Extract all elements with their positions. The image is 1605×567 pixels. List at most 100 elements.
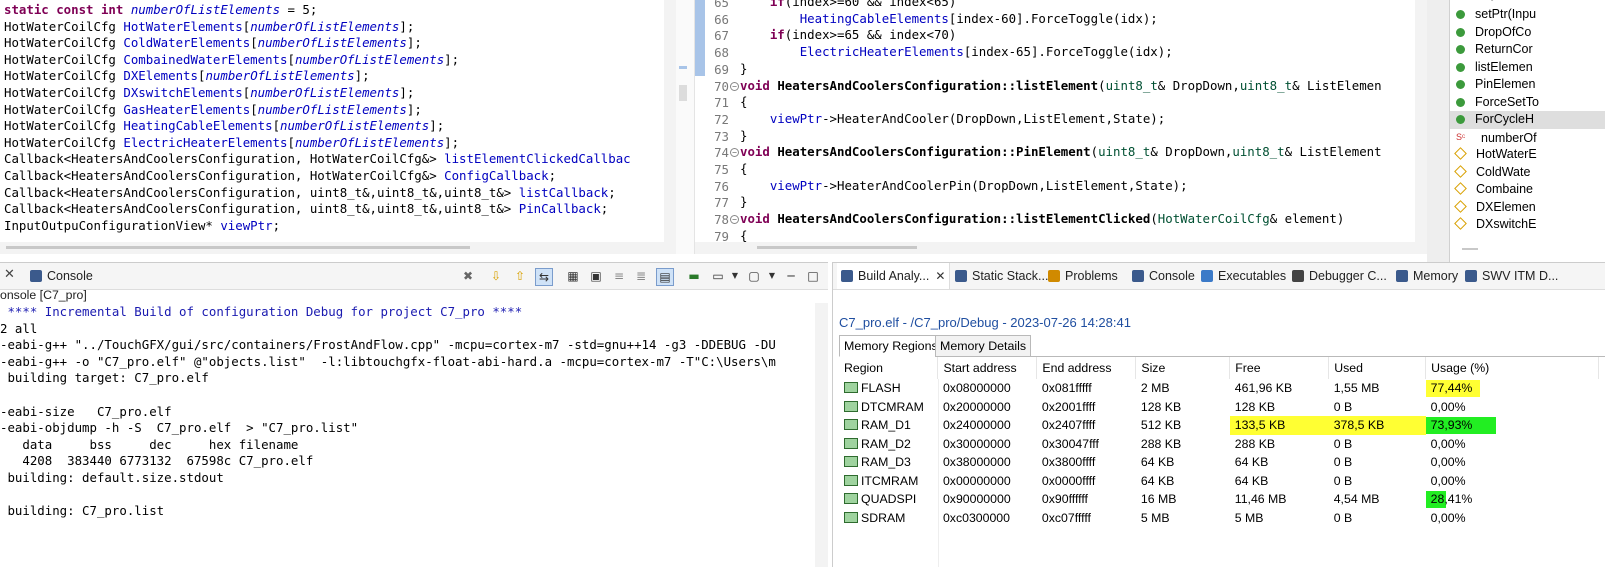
code-line[interactable]: { bbox=[740, 161, 747, 178]
code-line[interactable]: viewPtr->HeaterAndCooler(DropDown,ListEl… bbox=[740, 111, 1165, 128]
console-output[interactable]: **** Incremental Build of configuration … bbox=[0, 304, 815, 534]
code-line[interactable]: Callback<HeatersAndCoolersConfiguration,… bbox=[4, 201, 608, 218]
header-editor-vscroll[interactable] bbox=[664, 0, 676, 242]
code-line[interactable]: } bbox=[740, 128, 747, 145]
code-line[interactable]: { bbox=[740, 228, 747, 242]
outline-view[interactable]: • setPtr(Inpu DropOfCo ReturnCor listElemen… bbox=[1449, 0, 1605, 262]
table-row[interactable]: FLASH 0x08000000 0x081fffff 2 MB 461,96 KB 1,… bbox=[839, 379, 1599, 398]
outline-item[interactable]: ForceSetTo bbox=[1456, 94, 1539, 112]
fold-toggle-icon[interactable]: − bbox=[730, 215, 739, 225]
close-icon[interactable]: ✕ bbox=[935, 269, 945, 283]
code-line[interactable]: if(index>=65 && index<70) bbox=[740, 27, 957, 44]
outline-item[interactable]: Sᶜ numberOf bbox=[1456, 129, 1537, 147]
minimize-icon[interactable]: ─ bbox=[783, 268, 799, 284]
tab-memory-details[interactable]: Memory Details bbox=[935, 335, 1032, 357]
column-header[interactable]: Free bbox=[1229, 357, 1330, 379]
outline-list[interactable]: setPtr(Inpu DropOfCo ReturnCor listElemen Pi… bbox=[1450, 6, 1605, 242]
build-analyzer-panel[interactable]: Build Analy... ✕ Static Stack... Problems Co… bbox=[832, 262, 1605, 567]
console-vscroll[interactable] bbox=[815, 303, 828, 567]
header-code[interactable]: static const int numberOfListElements = … bbox=[4, 2, 660, 236]
table-row[interactable]: RAM_D1 0x24000000 0x2407ffff 512 KB 133,5 KB… bbox=[839, 416, 1599, 435]
display-selected-console-icon[interactable]: ▤ bbox=[656, 268, 674, 286]
tab-static-stack[interactable]: Static Stack... bbox=[955, 263, 1048, 289]
column-header[interactable]: Usage (%) bbox=[1425, 357, 1599, 379]
word-wrap-icon[interactable]: ▦ bbox=[565, 268, 581, 284]
table-row[interactable]: SDRAM 0xc0300000 0xc07fffff 5 MB 5 MB 0 B 0,00… bbox=[839, 509, 1599, 528]
column-header[interactable]: Size bbox=[1135, 357, 1231, 379]
outline-item[interactable]: setPtr(Inpu bbox=[1456, 6, 1536, 24]
code-line[interactable]: void HeatersAndCoolersConfiguration::lis… bbox=[740, 78, 1382, 95]
code-line[interactable]: HotWaterCoilCfg HeatingCableElements[num… bbox=[4, 118, 444, 135]
code-line[interactable]: HotWaterCoilCfg DXswitchElements[numberO… bbox=[4, 85, 414, 102]
code-line[interactable]: { bbox=[740, 94, 747, 111]
code-line[interactable]: } bbox=[740, 194, 747, 211]
close-icon[interactable]: ✕ bbox=[4, 267, 15, 282]
outline-item[interactable]: listElemen bbox=[1456, 59, 1533, 77]
table-row[interactable]: RAM_D3 0x38000000 0x3800ffff 64 KB 64 KB 0 B 0… bbox=[839, 453, 1599, 472]
header-editor-hscroll-thumb[interactable] bbox=[6, 246, 470, 249]
code-line[interactable]: HotWaterCoilCfg CombainedWaterElements[n… bbox=[4, 52, 459, 69]
tab-memory[interactable]: Memory bbox=[1396, 263, 1458, 289]
source-editor-hscroll-thumb[interactable] bbox=[757, 246, 917, 249]
show-on-error-icon[interactable]: ≣ bbox=[633, 268, 649, 284]
code-line[interactable]: viewPtr->HeaterAndCoolerPin(DropDown,Lis… bbox=[740, 178, 1188, 195]
source-code[interactable]: if(index>=60 && index<65) HeatingCableEl… bbox=[740, 0, 1415, 242]
open-console-icon[interactable]: ▬ bbox=[686, 268, 702, 284]
scroll-lock-icon[interactable]: ⇆ bbox=[535, 268, 553, 286]
fold-toggle-icon[interactable]: − bbox=[730, 148, 739, 158]
outline-item[interactable]: DXswitchE bbox=[1454, 216, 1536, 234]
code-line[interactable]: } bbox=[740, 61, 747, 78]
column-header[interactable]: Used bbox=[1328, 357, 1427, 379]
show-on-output-icon[interactable]: ≡ bbox=[611, 268, 627, 284]
code-line[interactable]: if(index>=60 && index<65) bbox=[740, 0, 957, 11]
tab-executables[interactable]: Executables bbox=[1201, 263, 1286, 289]
outline-hscroll-thumb[interactable] bbox=[1462, 248, 1478, 250]
column-header[interactable]: End address bbox=[1036, 357, 1137, 379]
code-line[interactable]: HotWaterCoilCfg ElectricHeaterElements[n… bbox=[4, 135, 459, 152]
table-row[interactable]: RAM_D2 0x30000000 0x30047fff 288 KB 288 KB 0 … bbox=[839, 435, 1599, 454]
pin-console-icon[interactable]: ▣ bbox=[588, 268, 604, 284]
code-line[interactable]: InputOutpuConfigurationView* viewPtr; bbox=[4, 218, 280, 235]
new-console-icon[interactable]: ▢ bbox=[746, 268, 762, 284]
tab-problems[interactable]: Problems bbox=[1048, 263, 1118, 289]
code-line[interactable]: Callback<HeatersAndCoolersConfiguration,… bbox=[4, 185, 616, 202]
source-editor-vscroll[interactable] bbox=[1415, 0, 1427, 242]
code-line[interactable]: Callback<HeatersAndCoolersConfiguration,… bbox=[4, 151, 631, 168]
tab-build-analyzer[interactable]: Build Analy... ✕ bbox=[837, 263, 951, 289]
outline-item[interactable]: DropOfCo bbox=[1456, 24, 1531, 42]
chevron-down-icon[interactable]: ▼ bbox=[727, 268, 743, 284]
tab-memory-regions[interactable]: Memory Regions bbox=[839, 335, 943, 357]
tab-swv[interactable]: SWV ITM D... bbox=[1465, 263, 1558, 289]
code-line[interactable]: ElectricHeaterElements[index-65].ForceTo… bbox=[740, 44, 1173, 61]
code-line[interactable]: Callback<HeatersAndCoolersConfiguration,… bbox=[4, 168, 556, 185]
code-line[interactable]: HotWaterCoilCfg ColdWaterElements[number… bbox=[4, 35, 422, 52]
console-view-menu-icon[interactable]: ▭ bbox=[710, 268, 726, 284]
code-line[interactable]: void HeatersAndCoolersConfiguration::lis… bbox=[740, 211, 1344, 228]
table-row[interactable]: ITCMRAM 0x00000000 0x0000ffff 64 KB 64 KB 0 B… bbox=[839, 472, 1599, 491]
column-header[interactable]: Start address bbox=[937, 357, 1038, 379]
code-line[interactable]: static const int numberOfListElements = … bbox=[4, 2, 317, 19]
outline-item[interactable]: Combaine bbox=[1454, 181, 1533, 199]
table-row[interactable]: QUADSPI 0x90000000 0x90ffffff 16 MB 11,46 MB… bbox=[839, 490, 1599, 509]
code-line[interactable]: void HeatersAndCoolersConfiguration::Pin… bbox=[740, 144, 1382, 161]
source-editor-hscroll[interactable] bbox=[695, 242, 1427, 254]
scroll-up-icon[interactable]: ⇧ bbox=[512, 268, 528, 284]
maximize-icon[interactable]: □ bbox=[805, 268, 821, 284]
outline-item[interactable]: ReturnCor bbox=[1456, 41, 1533, 59]
outline-item[interactable]: HotWaterE bbox=[1454, 146, 1537, 164]
outline-item[interactable]: ColdWate bbox=[1454, 164, 1530, 182]
header-editor-hscroll[interactable] bbox=[0, 242, 676, 254]
code-line[interactable]: HotWaterCoilCfg GasHeaterElements[number… bbox=[4, 102, 422, 119]
code-line[interactable]: HotWaterCoilCfg HotWaterElements[numberO… bbox=[4, 19, 414, 36]
source-editor[interactable]: 65 66 67 68 69 70−71 72 73 74−75 76 77 78−79 if(ind… bbox=[695, 0, 1415, 242]
table-row[interactable]: DTCMRAM 0x20000000 0x2001ffff 128 KB 128 KB 0… bbox=[839, 398, 1599, 417]
tab-console[interactable]: Console bbox=[30, 263, 93, 289]
code-line[interactable]: HeatingCableElements[index-60].ForceTogg… bbox=[740, 11, 1158, 28]
outline-item[interactable]: DXElemen bbox=[1454, 199, 1536, 217]
clear-console-icon[interactable]: ✖ bbox=[460, 268, 476, 284]
header-editor[interactable]: static const int numberOfListElements = … bbox=[0, 0, 662, 242]
outline-item[interactable]: PinElemen bbox=[1456, 76, 1535, 94]
chevron-down-icon[interactable]: ▼ bbox=[764, 268, 780, 284]
memory-regions-table[interactable]: Region Start address End address Size Free Us… bbox=[839, 357, 1599, 527]
column-header[interactable]: Region bbox=[839, 357, 939, 379]
